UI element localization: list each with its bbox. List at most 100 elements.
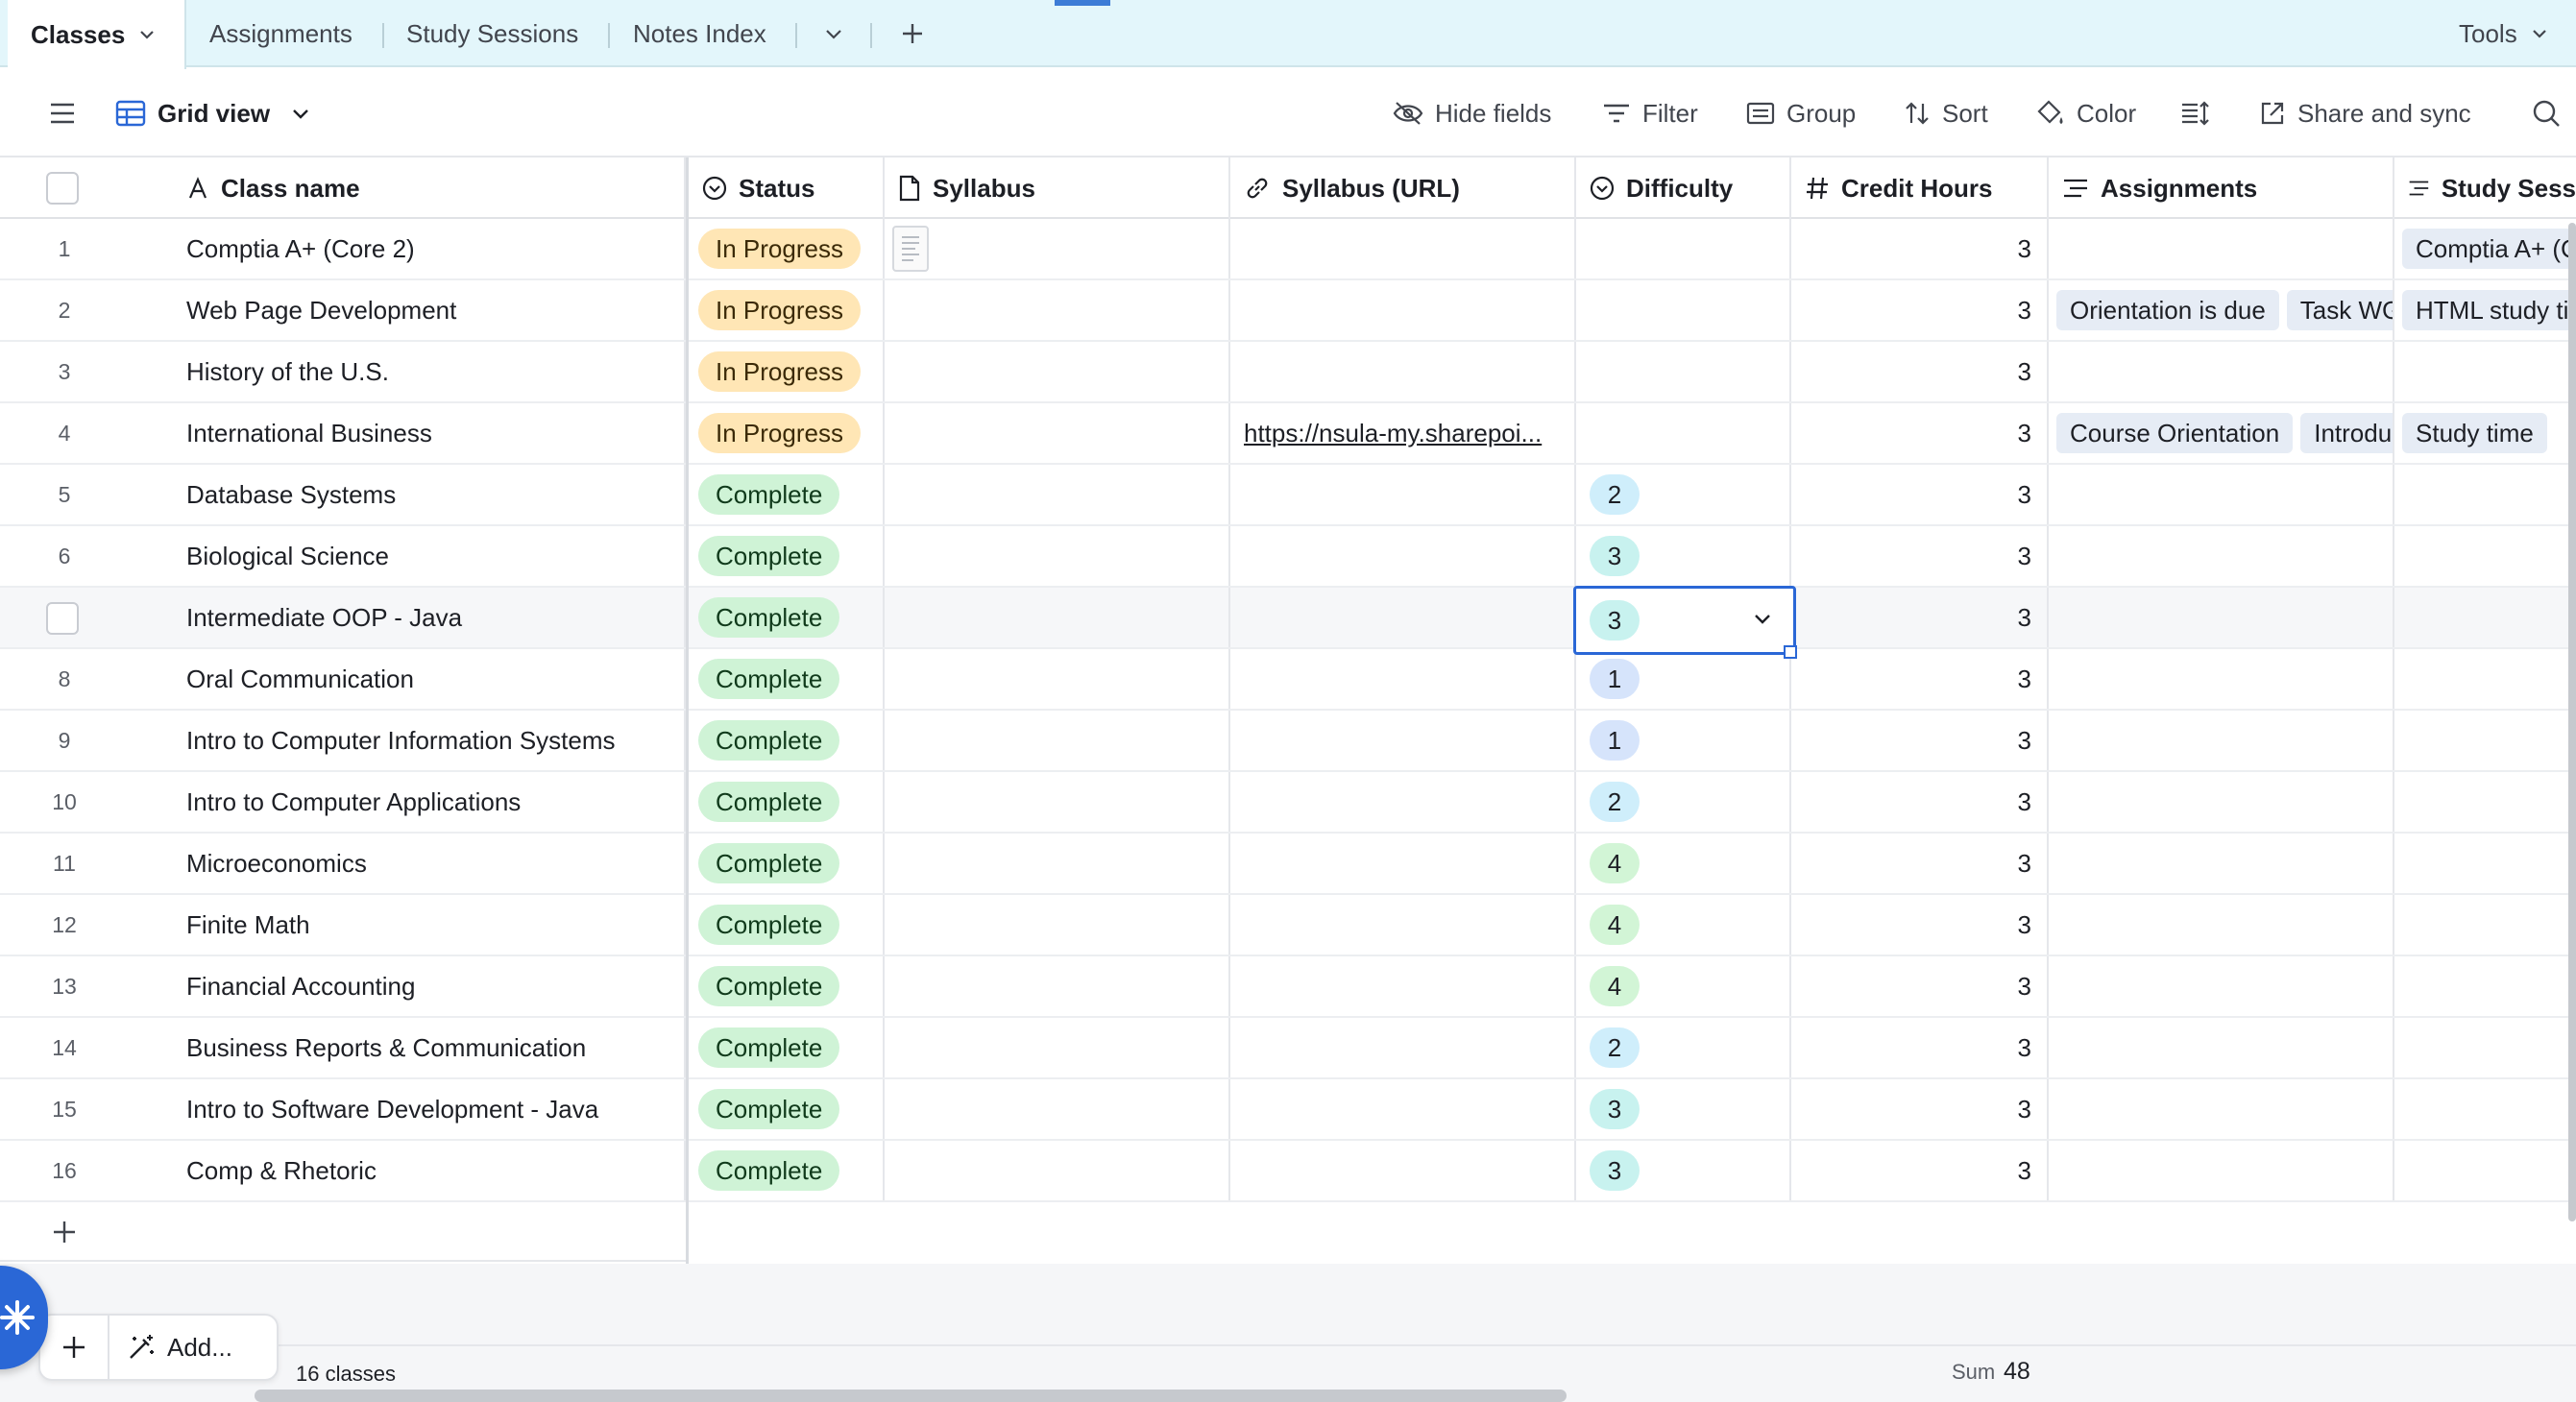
credit-hours-cell[interactable]: 3: [1791, 588, 2049, 647]
hide-fields-button[interactable]: Hide fields: [1393, 69, 1551, 157]
status-cell[interactable]: Complete: [689, 1018, 885, 1077]
group-button[interactable]: Group: [1746, 69, 1856, 157]
view-switcher[interactable]: Grid view: [115, 69, 312, 157]
fill-handle[interactable]: [1784, 645, 1797, 659]
status-cell[interactable]: Complete: [689, 649, 885, 709]
status-cell[interactable]: Complete: [689, 895, 885, 955]
class-name-cell[interactable]: Web Page Development: [173, 280, 686, 340]
syllabus-cell[interactable]: [885, 895, 1230, 955]
linked-record-chip[interactable]: Course Orientation: [2056, 413, 2294, 453]
difficulty-cell[interactable]: 2: [1576, 772, 1791, 832]
more-tables-button[interactable]: [814, 0, 853, 67]
study-sessions-cell[interactable]: [2394, 342, 2576, 401]
class-name-cell[interactable]: Finite Math: [173, 895, 686, 955]
syllabus-cell[interactable]: [885, 1018, 1230, 1077]
table-row[interactable]: 3 History of the U.S. In Progress 3: [0, 342, 2576, 403]
difficulty-cell[interactable]: 3: [1576, 1079, 1791, 1139]
class-name-cell[interactable]: Business Reports & Communication: [173, 1018, 686, 1077]
credit-hours-cell[interactable]: 3: [1791, 895, 2049, 955]
syllabus-cell[interactable]: [885, 649, 1230, 709]
assignments-cell[interactable]: [2049, 526, 2394, 586]
add-record-button[interactable]: [40, 1316, 109, 1379]
table-row[interactable]: 9 Intro to Computer Information Systems Co…: [0, 711, 2576, 772]
class-name-cell[interactable]: History of the U.S.: [173, 342, 686, 401]
syllabus-link[interactable]: https://nsula-my.sharepoi...: [1230, 419, 1542, 448]
row-checkbox[interactable]: [46, 602, 79, 635]
syllabus-url-cell[interactable]: [1230, 465, 1576, 524]
tab-assignments[interactable]: Assignments: [209, 0, 352, 67]
class-name-cell[interactable]: Financial Accounting: [173, 956, 686, 1016]
assignments-cell[interactable]: [2049, 465, 2394, 524]
class-name-cell[interactable]: Intro to Software Development - Java: [173, 1079, 686, 1139]
add-table-button[interactable]: [893, 0, 932, 67]
table-row[interactable]: 1 Comptia A+ (Core 2) In Progress 3 Comptia …: [0, 219, 2576, 280]
syllabus-url-cell[interactable]: [1230, 588, 1576, 647]
linked-record-chip[interactable]: Orientation is due: [2056, 290, 2279, 330]
tools-button[interactable]: Tools: [2459, 0, 2550, 67]
status-cell[interactable]: Complete: [689, 711, 885, 770]
assignments-cell[interactable]: [2049, 649, 2394, 709]
syllabus-url-cell[interactable]: [1230, 280, 1576, 340]
column-header-syllabus-url[interactable]: Syllabus (URL): [1230, 157, 1576, 219]
syllabus-cell[interactable]: [885, 526, 1230, 586]
study-sessions-cell[interactable]: [2394, 895, 2576, 955]
credit-hours-cell[interactable]: 3: [1791, 1079, 2049, 1139]
class-name-cell[interactable]: Biological Science: [173, 526, 686, 586]
assignments-cell[interactable]: [2049, 588, 2394, 647]
search-button[interactable]: [2532, 69, 2561, 157]
table-row[interactable]: 14 Business Reports & Communication Comple…: [0, 1018, 2576, 1079]
table-row[interactable]: 13 Financial Accounting Complete 4 3: [0, 956, 2576, 1018]
syllabus-cell[interactable]: [885, 772, 1230, 832]
study-sessions-cell[interactable]: [2394, 588, 2576, 647]
study-sessions-cell[interactable]: [2394, 834, 2576, 893]
active-cell-editor[interactable]: 3: [1573, 586, 1796, 655]
class-name-cell[interactable]: Intro to Computer Applications: [173, 772, 686, 832]
table-row[interactable]: 15 Intro to Software Development - Java Co…: [0, 1079, 2576, 1141]
tab-classes[interactable]: Classes: [8, 0, 186, 69]
credit-hours-cell[interactable]: 3: [1791, 465, 2049, 524]
tab-notes-index[interactable]: Notes Index: [633, 0, 766, 67]
syllabus-cell[interactable]: [885, 403, 1230, 463]
horizontal-scrollbar[interactable]: [255, 1390, 1567, 1402]
assignments-cell[interactable]: [2049, 895, 2394, 955]
syllabus-url-cell[interactable]: [1230, 342, 1576, 401]
tab-study-sessions[interactable]: Study Sessions: [406, 0, 578, 67]
add-record-row[interactable]: [0, 1202, 686, 1262]
study-sessions-cell[interactable]: [2394, 526, 2576, 586]
syllabus-url-cell[interactable]: [1230, 526, 1576, 586]
syllabus-cell[interactable]: [885, 956, 1230, 1016]
class-name-cell[interactable]: Database Systems: [173, 465, 686, 524]
difficulty-cell[interactable]: 1: [1576, 649, 1791, 709]
table-row[interactable]: 12 Finite Math Complete 4 3: [0, 895, 2576, 956]
table-row[interactable]: 6 Biological Science Complete 3 3: [0, 526, 2576, 588]
status-cell[interactable]: Complete: [689, 526, 885, 586]
syllabus-url-cell[interactable]: [1230, 834, 1576, 893]
study-sessions-cell[interactable]: [2394, 649, 2576, 709]
status-cell[interactable]: Complete: [689, 588, 885, 647]
assignments-cell[interactable]: [2049, 342, 2394, 401]
table-row[interactable]: 2 Web Page Development In Progress 3 Orienta…: [0, 280, 2576, 342]
table-row[interactable]: 8 Oral Communication Complete 1 3: [0, 649, 2576, 711]
difficulty-cell[interactable]: 3: [1576, 526, 1791, 586]
syllabus-url-cell[interactable]: [1230, 895, 1576, 955]
linked-record-chip[interactable]: Introdu: [2300, 413, 2393, 453]
credit-hours-cell[interactable]: 3: [1791, 711, 2049, 770]
assignments-cell[interactable]: [2049, 1018, 2394, 1077]
syllabus-cell[interactable]: [885, 588, 1230, 647]
class-name-cell[interactable]: Intro to Computer Information Systems: [173, 711, 686, 770]
status-cell[interactable]: Complete: [689, 1079, 885, 1139]
column-header-study-sessions[interactable]: Study Sess: [2394, 157, 2576, 219]
select-all-checkbox[interactable]: [46, 172, 79, 205]
syllabus-cell[interactable]: [885, 219, 1230, 278]
assignments-cell[interactable]: [2049, 956, 2394, 1016]
syllabus-cell[interactable]: [885, 280, 1230, 340]
credit-hours-cell[interactable]: 3: [1791, 526, 2049, 586]
credit-hours-cell[interactable]: 3: [1791, 1141, 2049, 1200]
class-name-cell[interactable]: Comp & Rhetoric: [173, 1141, 686, 1200]
syllabus-cell[interactable]: [885, 711, 1230, 770]
status-cell[interactable]: Complete: [689, 772, 885, 832]
assignments-cell[interactable]: [2049, 1079, 2394, 1139]
difficulty-cell[interactable]: 1: [1576, 711, 1791, 770]
credit-hours-cell[interactable]: 3: [1791, 403, 2049, 463]
table-row[interactable]: 5 Database Systems Complete 2 3: [0, 465, 2576, 526]
